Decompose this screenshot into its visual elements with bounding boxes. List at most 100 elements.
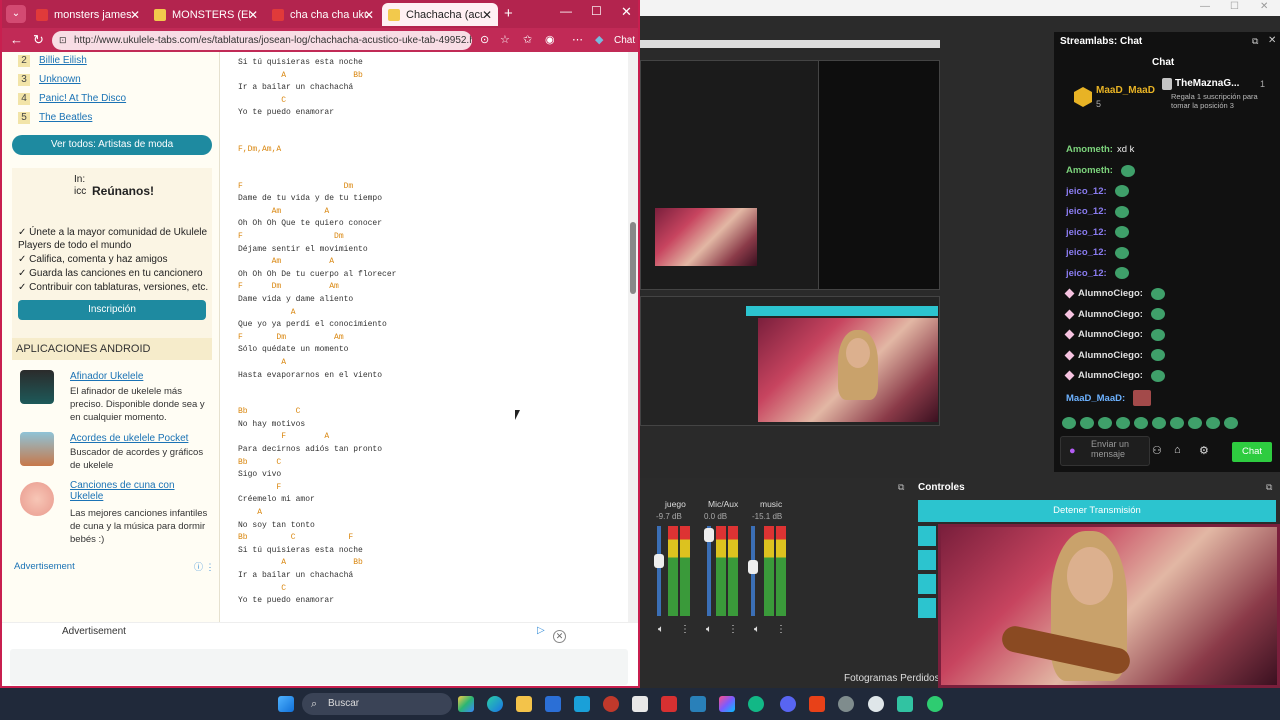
extension-icon[interactable]: ◉ (545, 32, 555, 48)
volume-slider-music[interactable] (748, 526, 758, 616)
channel-menu-icon[interactable]: ⋮ (680, 624, 690, 635)
undock-icon[interactable]: ⧉ (1266, 482, 1272, 493)
edge-icon[interactable] (487, 696, 503, 712)
artist-link-the-beatles[interactable]: The Beatles (39, 112, 92, 123)
maximize-button[interactable]: ☐ (1230, 1, 1239, 12)
channel-menu-icon[interactable]: ⋮ (776, 624, 786, 635)
close-tab-icon[interactable]: ✕ (248, 8, 258, 22)
close-panel-icon[interactable]: ✕ (1268, 35, 1276, 46)
file-explorer-icon[interactable] (516, 696, 532, 712)
chat-input[interactable]: ● Enviar un mensaje (1060, 436, 1150, 466)
tab-cha-cha-cha-ukulele[interactable]: cha cha cha ukulele - ✕ (266, 3, 380, 26)
control-button[interactable] (918, 598, 936, 618)
address-bar[interactable]: ⊡ http://www.ukulele-tabs.com/es/tablatu… (52, 31, 472, 50)
back-arrow-icon[interactable]: ← (10, 32, 23, 48)
chat-username[interactable]: jeico_12: (1066, 247, 1107, 258)
channel-menu-icon[interactable]: ⋮ (728, 624, 738, 635)
mixer-collapse-icon[interactable]: ⧉ (898, 482, 904, 493)
app-icon[interactable] (574, 696, 590, 712)
tab-monsters-james-blunt[interactable]: monsters james blunt ✕ (30, 3, 146, 26)
artist-link-unknown[interactable]: Unknown (39, 74, 81, 85)
advertisement-image[interactable]: Advertisement (62, 626, 126, 637)
volume-slider-mic[interactable] (704, 526, 714, 616)
close-tab-icon[interactable]: ✕ (482, 8, 492, 22)
chat-username[interactable]: jeico_12: (1066, 227, 1107, 238)
page-scrollbar[interactable] (628, 52, 638, 622)
slider-handle[interactable] (704, 528, 714, 542)
app-icon[interactable] (603, 696, 619, 712)
volume-slider-juego[interactable] (654, 526, 664, 616)
chat-username[interactable]: jeico_12: (1066, 268, 1107, 279)
chat-username[interactable]: AlumnoCiego: (1078, 329, 1143, 340)
app-icon[interactable] (809, 696, 825, 712)
close-tab-icon[interactable]: ✕ (364, 8, 374, 22)
settings-gear-icon[interactable] (868, 696, 884, 712)
maximize-button[interactable]: ☐ (591, 4, 602, 18)
slider-handle[interactable] (748, 560, 758, 574)
settings-gear-icon[interactable]: ⚙ (1199, 444, 1209, 457)
chat-username[interactable]: AlumnoCiego: (1078, 288, 1143, 299)
chat-username[interactable]: jeico_12: (1066, 206, 1107, 217)
shop-icon[interactable]: ⌂ (1174, 444, 1181, 456)
slider-handle[interactable] (654, 554, 664, 568)
obs-icon[interactable] (927, 696, 943, 712)
ad-close-icon[interactable]: ✕ (553, 630, 566, 643)
chat-send-button[interactable]: Chat (1232, 442, 1272, 462)
chat-username[interactable]: MaaD_MaaD: (1066, 393, 1125, 404)
speaker-icon[interactable]: 🔈︎ (658, 624, 664, 635)
ad-choices-icon[interactable]: ▷ (537, 625, 545, 636)
discord-icon[interactable] (780, 696, 796, 712)
app-icon[interactable] (748, 696, 764, 712)
chat-button-label[interactable]: Chat (614, 33, 635, 49)
artist-link-billie-eilish[interactable]: Billie Eilish (39, 55, 87, 66)
minimize-button[interactable]: — (560, 4, 572, 18)
more-menu-icon[interactable]: ⋯ (572, 32, 583, 48)
control-button[interactable] (918, 550, 936, 570)
reload-icon[interactable]: ↻ (33, 32, 44, 48)
minimize-button[interactable]: — (1200, 1, 1210, 12)
tab-menu-button[interactable]: ⌄ (6, 5, 26, 23)
collections-icon[interactable]: ✩ (523, 32, 532, 48)
tab-monsters-espanol[interactable]: MONSTERS (EN ESPAÑOL ✕ (148, 3, 264, 26)
close-window-button[interactable]: ✕ (621, 4, 632, 20)
control-button[interactable] (918, 574, 936, 594)
app-link-afinador[interactable]: Afinador Ukelele (70, 371, 210, 382)
favorite-star-icon[interactable]: ☆ (500, 32, 510, 48)
microphone-icon[interactable]: ● (1069, 445, 1076, 457)
chat-username[interactable]: AlumnoCiego: (1078, 370, 1143, 381)
app-icon[interactable] (719, 696, 735, 712)
emote-picker-icon[interactable]: ⚇ (1152, 444, 1162, 457)
windows-start-icon[interactable] (278, 696, 294, 712)
app-icon[interactable] (661, 696, 677, 712)
ad-banner[interactable] (10, 649, 628, 685)
signup-button[interactable]: Inscripción (18, 300, 206, 320)
see-all-artists-button[interactable]: Ver todos: Artistas de moda (12, 135, 212, 155)
stop-stream-button[interactable]: Detener Transmisión (918, 500, 1276, 522)
app-icon[interactable] (690, 696, 706, 712)
advertisement-image[interactable]: Advertisement (14, 561, 75, 572)
app-icon[interactable] (838, 696, 854, 712)
reader-mode-icon[interactable]: ⊙ (480, 32, 489, 48)
new-tab-button[interactable]: + (504, 5, 513, 22)
control-button[interactable] (918, 526, 936, 546)
copilot-icon[interactable] (458, 696, 474, 712)
chat-username[interactable]: AlumnoCiego: (1078, 309, 1143, 320)
tab-chachacha-acustico[interactable]: Chachacha (acustico) ✕ (382, 3, 498, 26)
snipping-tool-icon[interactable] (632, 696, 648, 712)
close-window-button[interactable]: ✕ (1260, 1, 1268, 12)
undock-icon[interactable]: ⧉ (1252, 36, 1258, 47)
streamlabs-icon[interactable] (897, 696, 913, 712)
speaker-icon[interactable]: 🔈︎ (754, 624, 760, 635)
ad-info-icon[interactable]: ⓘ ⋮ (194, 560, 215, 573)
speaker-icon[interactable]: 🔈︎ (706, 624, 712, 635)
close-tab-icon[interactable]: ✕ (130, 8, 140, 22)
scrollbar-thumb[interactable] (630, 222, 636, 294)
copilot-icon[interactable]: ◆ (595, 32, 603, 48)
taskbar-search[interactable]: ⌕ Buscar (302, 693, 452, 715)
chat-username[interactable]: Amometh: (1066, 165, 1113, 176)
chat-username[interactable]: jeico_12: (1066, 186, 1107, 197)
store-icon[interactable] (545, 696, 561, 712)
app-link-canciones-cuna[interactable]: Canciones de cuna con Ukelele (70, 480, 210, 502)
chat-username[interactable]: AlumnoCiego: (1078, 350, 1143, 361)
app-link-acordes[interactable]: Acordes de ukelele Pocket (70, 433, 210, 444)
